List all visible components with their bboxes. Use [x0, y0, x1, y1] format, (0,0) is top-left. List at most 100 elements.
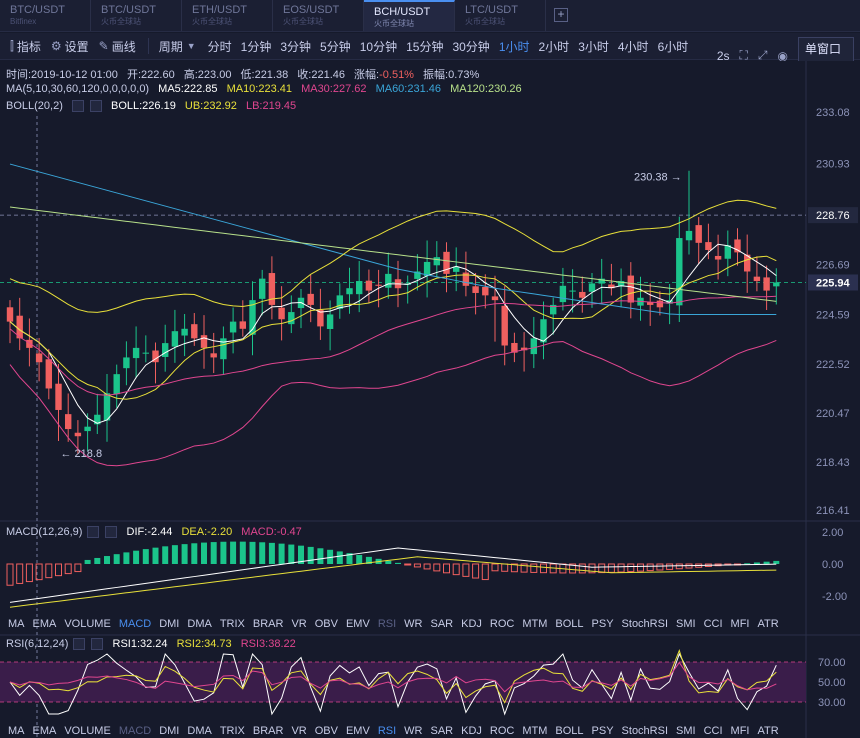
pair-tab-eth-usdt[interactable]: ETH/USDT 火币全球站 — [182, 0, 273, 31]
period-option[interactable]: 30分钟 — [452, 38, 489, 55]
indicator-tab-brar[interactable]: BRAR — [253, 618, 284, 630]
candle-body — [181, 328, 188, 336]
indicator-tab-macd[interactable]: MACD — [119, 725, 151, 737]
indicator-tab-brar[interactable]: BRAR — [253, 725, 284, 737]
pair-tab-btc-usdt[interactable]: BTC/USDT Bitfinex — [0, 0, 91, 31]
macd-histogram-bar — [307, 546, 314, 564]
period-dropdown[interactable]: 周期 ▼ — [159, 38, 199, 55]
macd-histogram-bar — [142, 549, 149, 564]
period-option[interactable]: 6小时 — [658, 38, 689, 55]
pair-tab-label: ETH/USDT — [192, 4, 247, 16]
draw-line-button[interactable]: ✎ 画线 — [99, 38, 136, 55]
indicator-tab-rsi[interactable]: RSI — [378, 725, 396, 737]
rsi2-value: RSI2:34.73 — [176, 638, 232, 650]
indicator-tab-sar[interactable]: SAR — [430, 725, 453, 737]
period-option[interactable]: 15分钟 — [406, 38, 443, 55]
boll-settings-icon[interactable] — [71, 100, 84, 113]
info-amplitude: 振幅:0.73% — [423, 69, 480, 81]
macd-histogram-bar — [191, 543, 198, 564]
indicator-tab-ema[interactable]: EMA — [33, 725, 57, 737]
indicator-tab-volume[interactable]: VOLUME — [64, 725, 110, 737]
macd-close-icon[interactable] — [105, 526, 118, 539]
pair-tab-ltc-usdt[interactable]: LTC/USDT 火币全球站 — [455, 0, 546, 31]
indicator-tab-dma[interactable]: DMA — [187, 618, 211, 630]
indicator-tab-stochrsi[interactable]: StochRSI — [622, 725, 668, 737]
rsi-axis-label: 70.00 — [818, 657, 846, 669]
indicator-tab-roc[interactable]: ROC — [490, 725, 514, 737]
indicator-tab-psy[interactable]: PSY — [592, 725, 614, 737]
indicator-tab-boll[interactable]: BOLL — [555, 618, 583, 630]
candle-body — [229, 321, 237, 333]
indicator-tab-emv[interactable]: EMV — [346, 618, 370, 630]
period-option[interactable]: 10分钟 — [360, 38, 397, 55]
indicator-tab-volume[interactable]: VOLUME — [64, 618, 110, 630]
candlestick-chart[interactable]: 233.08 230.93 228.76 226.69 225.94 224.59 222.… — [0, 61, 860, 738]
candle-body — [375, 284, 382, 286]
indicator-tab-boll[interactable]: BOLL — [555, 725, 583, 737]
pair-tab-btc-usdt[interactable]: BTC/USDT 火币全球站 — [91, 0, 182, 31]
candle-body — [35, 353, 43, 363]
indicator-tab-smi[interactable]: SMI — [676, 725, 696, 737]
indicator-tab-stochrsi[interactable]: StochRSI — [622, 618, 668, 630]
period-option[interactable]: 5分钟 — [320, 38, 351, 55]
indicator-tabs-macd: MA EMA VOLUME MACD DMI DMA TRIX BRAR VR OBV EMV RSI… — [0, 614, 800, 634]
ub-value: UB:232.92 — [184, 100, 237, 112]
period-option[interactable]: 1分钟 — [241, 38, 272, 55]
period-option[interactable]: 2小时 — [539, 38, 570, 55]
indicator-button[interactable]: ⫿ 指标 — [10, 38, 41, 55]
indicator-tab-ma[interactable]: MA — [8, 618, 25, 630]
chart-area[interactable]: 233.08 230.93 228.76 226.69 225.94 224.59 222.… — [0, 61, 860, 738]
pair-tab-bch-usdt[interactable]: BCH/USDT 火币全球站 — [364, 0, 455, 31]
indicator-tab-obv[interactable]: OBV — [315, 725, 338, 737]
indicator-tab-atr[interactable]: ATR — [757, 618, 778, 630]
period-option[interactable]: 分时 — [208, 38, 232, 55]
period-option[interactable]: 3分钟 — [280, 38, 311, 55]
macd-settings-icon[interactable] — [87, 526, 100, 539]
indicator-tab-mtm[interactable]: MTM — [522, 618, 547, 630]
indicator-tab-psy[interactable]: PSY — [592, 618, 614, 630]
indicator-tab-ma[interactable]: MA — [8, 725, 25, 737]
indicator-tab-dma[interactable]: DMA — [187, 725, 211, 737]
indicator-tab-atr[interactable]: ATR — [757, 725, 778, 737]
indicator-tab-cci[interactable]: CCI — [704, 725, 723, 737]
boll-close-icon[interactable] — [89, 100, 102, 113]
indicator-tab-obv[interactable]: OBV — [315, 618, 338, 630]
indicator-tab-vr[interactable]: VR — [291, 618, 306, 630]
indicator-tab-vr[interactable]: VR — [291, 725, 306, 737]
indicator-tab-rsi[interactable]: RSI — [378, 618, 396, 630]
indicator-tab-wr[interactable]: WR — [404, 618, 422, 630]
period-option[interactable]: 3小时 — [578, 38, 609, 55]
indicator-tab-mtm[interactable]: MTM — [522, 725, 547, 737]
candle-body — [385, 273, 392, 288]
pair-tab-eos-usdt[interactable]: EOS/USDT 火币全球站 — [273, 0, 364, 31]
indicator-tab-dmi[interactable]: DMI — [159, 618, 179, 630]
settings-button[interactable]: ⚙ 设置 — [51, 38, 89, 55]
indicator-tab-mfi[interactable]: MFI — [731, 725, 750, 737]
indicator-tab-roc[interactable]: ROC — [490, 618, 514, 630]
indicator-tab-trix[interactable]: TRIX — [220, 618, 245, 630]
indicator-tab-macd[interactable]: MACD — [119, 618, 151, 630]
indicator-tab-cci[interactable]: CCI — [704, 618, 723, 630]
period-option[interactable]: 1小时 — [499, 38, 530, 55]
indicator-tab-sar[interactable]: SAR — [430, 618, 453, 630]
indicator-tab-dmi[interactable]: DMI — [159, 725, 179, 737]
indicator-tab-wr[interactable]: WR — [404, 725, 422, 737]
period-option[interactable]: 4小时 — [618, 38, 649, 55]
rsi-settings-icon[interactable] — [73, 638, 86, 651]
pair-tab-label: BTC/USDT — [101, 4, 156, 16]
rsi-close-icon[interactable] — [91, 638, 104, 651]
indicator-tab-smi[interactable]: SMI — [676, 618, 696, 630]
lb-value: LB:219.45 — [245, 100, 297, 112]
indicator-tab-mfi[interactable]: MFI — [731, 618, 750, 630]
macd-histogram-bar — [239, 541, 246, 564]
candle-body — [423, 261, 431, 276]
macd-histogram-bar — [356, 554, 363, 564]
macd-histogram-bar — [220, 541, 227, 564]
indicator-tab-ema[interactable]: EMA — [33, 618, 57, 630]
indicator-tab-kdj[interactable]: KDJ — [461, 618, 482, 630]
indicator-tab-emv[interactable]: EMV — [346, 725, 370, 737]
indicator-tab-kdj[interactable]: KDJ — [461, 725, 482, 737]
rsi3-value: RSI3:38.22 — [240, 638, 296, 650]
indicator-tab-trix[interactable]: TRIX — [220, 725, 245, 737]
add-tab-button[interactable]: + — [554, 8, 568, 22]
